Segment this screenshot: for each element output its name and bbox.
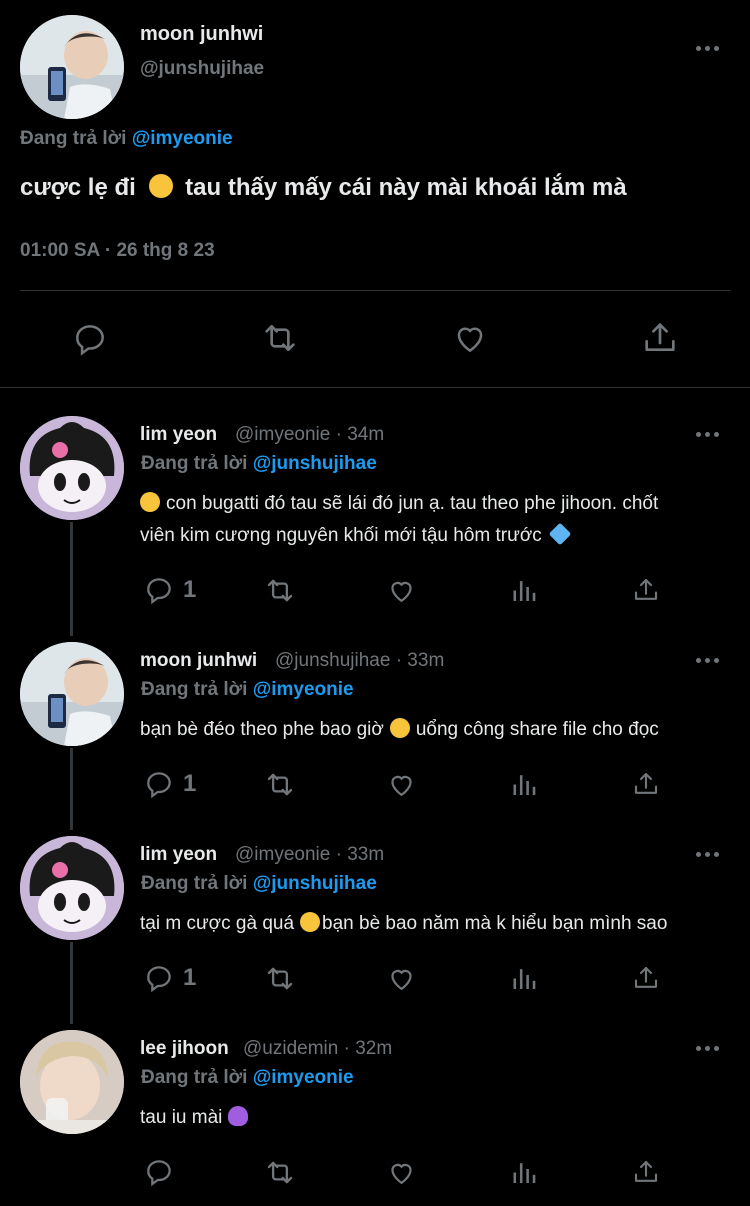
reply-count: 1 xyxy=(183,964,197,991)
like-icon[interactable] xyxy=(450,319,490,357)
reply-icon[interactable] xyxy=(143,962,175,994)
reply-tweet: lim yeon @imyeonie · 34m Đang trả lời @j… xyxy=(0,416,750,624)
replying-prefix: Đang trả lời xyxy=(141,679,248,700)
retweet-icon[interactable] xyxy=(259,318,301,358)
replying-to: Đang trả lời @imyeonie xyxy=(20,128,233,150)
replying-to-link[interactable]: @junshujihae xyxy=(253,873,377,894)
avatar[interactable] xyxy=(20,15,124,119)
like-icon[interactable] xyxy=(385,1157,418,1188)
author-name[interactable]: moon junhwi xyxy=(140,650,257,672)
retweet-icon[interactable] xyxy=(262,962,298,995)
tweet-text-part: tau iu mài xyxy=(140,1107,223,1128)
more-icon[interactable] xyxy=(696,44,722,52)
tweet-text: con bugatti đó tau sẽ lái đó jun ạ. tau … xyxy=(140,492,658,515)
replying-prefix: Đang trả lời xyxy=(141,873,248,894)
avatar[interactable] xyxy=(20,416,124,520)
tweet-text-part: tau thấy mấy cái này mài khoái lắm mà xyxy=(185,174,627,201)
tweet-text-part: cược lẹ đi xyxy=(20,174,136,201)
replying-to-link[interactable]: @imyeonie xyxy=(253,679,354,700)
avatar[interactable] xyxy=(20,642,124,746)
share-icon[interactable] xyxy=(631,574,661,606)
like-icon[interactable] xyxy=(385,769,418,800)
tweet-text-part: bạn bè đéo theo phe bao giờ xyxy=(140,719,384,740)
reply-tweet: lim yeon @imyeonie · 33m Đang trả lời @j… xyxy=(0,836,750,1004)
avatar-photo-icon xyxy=(20,642,124,746)
more-icon[interactable] xyxy=(696,850,722,858)
replying-to-link[interactable]: @imyeonie xyxy=(253,1067,354,1088)
views-icon[interactable] xyxy=(510,769,538,800)
avatar[interactable] xyxy=(20,836,124,940)
tweet-text: tau iu mài xyxy=(140,1106,250,1129)
reply-count: 1 xyxy=(183,576,197,603)
author-name[interactable]: lim yeon xyxy=(140,424,217,446)
author-handle[interactable]: @imyeonie · 34m xyxy=(235,424,384,446)
author-handle[interactable]: @uzidemin · 32m xyxy=(243,1038,392,1060)
tweet-text-part: uổng công share file cho đọc xyxy=(415,719,659,740)
reply-icon[interactable] xyxy=(143,574,175,606)
heart-eyes-icon xyxy=(140,492,160,512)
share-icon[interactable] xyxy=(631,1156,661,1188)
replying-to: Đang trả lời @junshujihae xyxy=(141,453,377,475)
retweet-icon[interactable] xyxy=(262,1156,298,1189)
author-handle[interactable]: @junshujihae · 33m xyxy=(275,650,444,672)
tweet-text: bạn bè đéo theo phe bao giờ uổng công sha… xyxy=(140,718,659,741)
share-icon[interactable] xyxy=(640,318,680,358)
tweet-timestamp[interactable]: 01:00 SA · 26 thg 8 23 xyxy=(20,240,215,262)
views-icon[interactable] xyxy=(510,1157,538,1188)
reply-tweet: moon junhwi @junshujihae · 33m Đang trả … xyxy=(0,642,750,810)
main-tweet: moon junhwi @junshujihae Đang trả lời @i… xyxy=(0,0,750,388)
gem-icon xyxy=(548,522,572,546)
share-icon[interactable] xyxy=(631,962,661,994)
divider xyxy=(0,387,750,388)
replying-to-link[interactable]: @imyeonie xyxy=(132,128,233,149)
views-icon[interactable] xyxy=(510,963,538,994)
like-icon[interactable] xyxy=(385,963,418,994)
tweet-text: viên kim cương nguyên khối mới tậu hôm t… xyxy=(140,522,572,547)
more-icon[interactable] xyxy=(696,430,722,438)
tweet-text: cược lẹ đi tau thấy mấy cái này mài khoá… xyxy=(20,174,627,202)
reply-icon[interactable] xyxy=(143,1156,175,1188)
reply-count: 1 xyxy=(183,770,197,797)
smiling-face-with-hearts-icon xyxy=(389,718,410,738)
purple-heart-icon xyxy=(228,1106,249,1126)
smiling-face-with-hearts-icon xyxy=(300,912,321,932)
reply-icon[interactable] xyxy=(143,768,175,800)
avatar-photo-icon xyxy=(20,1030,124,1134)
replying-to: Đang trả lời @junshujihae xyxy=(141,873,377,895)
tweet-text-line: viên kim cương nguyên khối mới tậu hôm t… xyxy=(140,525,542,546)
share-icon[interactable] xyxy=(631,768,661,800)
replying-prefix: Đang trả lời xyxy=(141,1067,248,1088)
tweet-text-line: con bugatti đó tau sẽ lái đó jun ạ. tau … xyxy=(166,493,659,514)
kuromi-avatar-icon xyxy=(20,836,124,940)
smiling-face-with-hearts-icon xyxy=(148,174,173,198)
replying-to-link[interactable]: @junshujihae xyxy=(253,453,377,474)
author-handle[interactable]: @junshujihae xyxy=(140,58,264,80)
retweet-icon[interactable] xyxy=(262,768,298,801)
divider xyxy=(20,290,730,291)
reply-icon[interactable] xyxy=(71,320,109,358)
replying-prefix: Đang trả lời xyxy=(141,453,248,474)
tweet-text-part: bạn bè bao năm mà k hiểu bạn mình sao xyxy=(322,913,668,934)
views-icon[interactable] xyxy=(510,575,538,606)
author-name[interactable]: lee jihoon xyxy=(140,1038,229,1060)
replying-to: Đang trả lời @imyeonie xyxy=(141,1067,354,1089)
avatar-photo-icon xyxy=(20,15,124,119)
kuromi-avatar-icon xyxy=(20,416,124,520)
tweet-text-part: tại m cược gà quá xyxy=(140,913,295,934)
replying-to: Đang trả lời @imyeonie xyxy=(141,679,354,701)
more-icon[interactable] xyxy=(696,1044,722,1052)
avatar[interactable] xyxy=(20,1030,124,1134)
replying-prefix: Đang trả lời xyxy=(20,128,127,149)
author-name[interactable]: lim yeon xyxy=(140,844,217,866)
like-icon[interactable] xyxy=(385,575,418,606)
more-icon[interactable] xyxy=(696,656,722,664)
tweet-text: tại m cược gà quá bạn bè bao năm mà k hiể… xyxy=(140,912,667,935)
author-name[interactable]: moon junhwi xyxy=(140,23,263,46)
author-handle[interactable]: @imyeonie · 33m xyxy=(235,844,384,866)
retweet-icon[interactable] xyxy=(262,574,298,607)
reply-tweet: lee jihoon @uzidemin · 32m Đang trả lời … xyxy=(0,1030,750,1206)
